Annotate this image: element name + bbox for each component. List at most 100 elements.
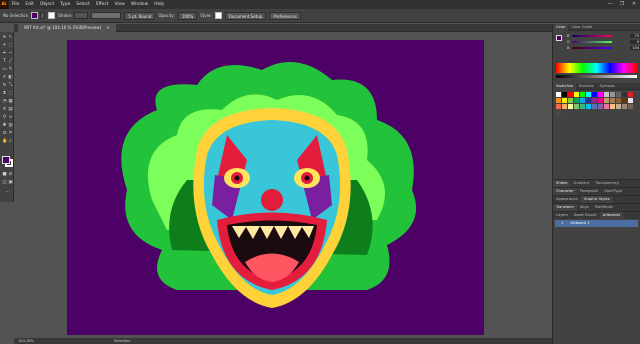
swatch[interactable] [556,104,561,109]
swatch[interactable] [598,98,603,103]
variable-width-profile[interactable] [91,12,122,19]
tab-color[interactable]: Color [553,23,569,31]
tab-appearance[interactable]: Appearance [553,196,581,203]
document-tab[interactable]: WIT Art.ai* @ 104.16 % (RGB/Preview) × [18,24,116,32]
swatch[interactable] [592,104,597,109]
minimize-button[interactable]: — [604,0,616,9]
r-value-field[interactable]: 75 [630,34,640,38]
swatch[interactable] [574,92,579,97]
lasso-tool-icon[interactable]: ◌ [8,43,13,48]
rectangle-tool-icon[interactable]: ▭ [2,67,7,72]
swatch[interactable] [592,98,597,103]
tab-artboards[interactable]: Artboards [599,212,624,219]
menu-select[interactable]: Select [73,2,93,7]
maximize-button[interactable]: ❐ [616,0,628,9]
swatch[interactable] [610,104,615,109]
type-tool-icon[interactable]: T [2,59,7,64]
symbol-sprayer-tool-icon[interactable]: ✱ [2,123,7,128]
swatch[interactable] [574,104,579,109]
mesh-tool-icon[interactable]: # [2,107,7,112]
swatch[interactable] [616,98,621,103]
close-tab-icon[interactable]: × [106,25,109,30]
screen-mode-icon[interactable]: ▣ [8,180,13,185]
edit-toolbar-icon[interactable]: ⋯ [5,190,10,195]
brush-dropdown[interactable]: 5 pt. Round [124,11,156,20]
swatch[interactable] [556,98,561,103]
swatch[interactable] [580,104,585,109]
blend-tool-icon[interactable]: ∞ [8,115,13,120]
swatch[interactable] [562,98,567,103]
b-value-field[interactable]: 104 [630,46,640,50]
hand-tool-icon[interactable]: ✋ [2,139,8,144]
swatch[interactable] [556,92,561,97]
g-slider[interactable] [572,41,612,43]
swatch[interactable] [574,98,579,103]
stroke-weight-field[interactable] [74,12,89,19]
free-transform-tool-icon[interactable]: ⬚ [8,91,13,96]
artboard-canvas[interactable] [67,40,484,335]
rotate-tool-icon[interactable]: ↻ [2,83,7,88]
eyedropper-tool-icon[interactable]: ⚲ [2,115,7,120]
tab-transparency[interactable]: Transparency [592,180,622,187]
selection-tool-icon[interactable]: ➤ [2,35,7,40]
swatch[interactable] [604,104,609,109]
swatch[interactable] [562,92,567,97]
tab-opentype[interactable]: OpenType [601,188,625,195]
eraser-tool-icon[interactable]: ◧ [8,75,13,80]
swatch[interactable] [628,104,633,109]
preferences-button[interactable]: Preferences [269,11,301,20]
style-swatch[interactable] [214,12,222,19]
fill-color-box[interactable] [2,156,10,164]
swatch[interactable] [628,92,633,97]
swatch[interactable] [610,92,615,97]
menu-object[interactable]: Object [37,2,57,7]
swatch[interactable] [556,110,561,115]
menu-edit[interactable]: Edit [22,2,37,7]
curvature-tool-icon[interactable]: ~ [8,51,13,56]
swatch[interactable] [610,98,615,103]
pen-tool-icon[interactable]: ✒ [2,51,7,56]
tab-align[interactable]: Align [577,204,592,211]
slice-tool-icon[interactable]: ⌗ [8,131,13,136]
tab-color-guide[interactable]: Color Guide [568,24,595,31]
swatch[interactable] [616,92,621,97]
tab-symbols[interactable]: Symbols [597,83,618,90]
direct-selection-tool-icon[interactable]: ↖ [8,35,13,40]
artboard-tool-icon[interactable]: ⊡ [2,131,7,136]
tab-pathfinder[interactable]: Pathfinder [592,204,616,211]
fill-swatch[interactable] [31,12,39,19]
swatch[interactable] [604,92,609,97]
close-window-button[interactable]: ✕ [628,0,640,9]
menu-file[interactable]: File [9,2,22,7]
swatch[interactable] [622,98,627,103]
menu-type[interactable]: Type [57,2,73,7]
zoom-tool-icon[interactable]: ⌕ [8,139,13,144]
color-spectrum[interactable] [556,63,637,73]
tab-graphic-styles[interactable]: Graphic Styles [580,196,613,203]
shape-builder-tool-icon[interactable]: ◔ [2,99,7,104]
swatch[interactable] [616,104,621,109]
swatch[interactable] [568,98,573,103]
artboard-list-item[interactable]: 1 Artboard 1 [555,220,638,227]
b-slider[interactable] [572,47,612,49]
opacity-field[interactable]: 100% [177,11,198,20]
swatch[interactable] [586,98,591,103]
tab-brushes[interactable]: Brushes [576,83,596,90]
menu-help[interactable]: Help [151,2,167,7]
line-tool-icon[interactable]: ╱ [8,59,13,64]
gradient-tool-icon[interactable]: ▤ [8,107,13,112]
swatch[interactable] [598,92,603,97]
tab-character[interactable]: Character [553,188,577,195]
color-mode-icon[interactable]: ■ [2,172,7,177]
column-graph-tool-icon[interactable]: ▥ [8,123,13,128]
paintbrush-tool-icon[interactable]: ✎ [8,67,13,72]
swatch[interactable] [562,104,567,109]
fill-dropdown[interactable] [40,12,46,19]
color-panel-fill-swatch[interactable] [556,35,562,41]
zoom-level[interactable]: 104.16% [18,339,34,343]
menu-view[interactable]: View [111,2,127,7]
swatch[interactable] [628,98,633,103]
swatch[interactable] [622,104,627,109]
tab-asset-export[interactable]: Asset Export [571,212,600,219]
shaper-tool-icon[interactable]: ✐ [2,75,7,80]
